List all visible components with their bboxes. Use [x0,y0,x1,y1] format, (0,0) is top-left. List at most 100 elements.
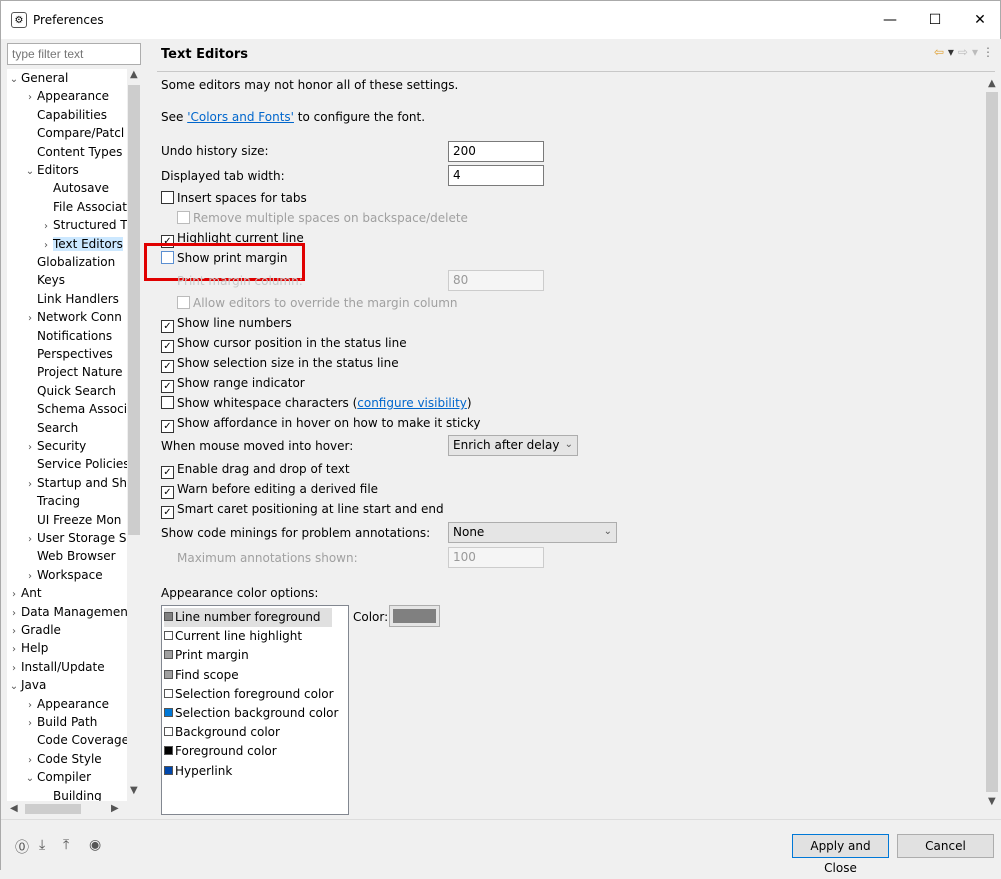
chevron-right-icon[interactable]: › [7,623,21,641]
tree-item[interactable]: Perspectives [23,345,113,363]
scroll-right-icon[interactable]: ▶ [111,803,119,814]
tree-item[interactable]: › Startup and Sh [23,474,127,492]
tree-item[interactable]: ⌄ Java [7,676,47,696]
tree-item[interactable]: › Network Conn [23,308,122,326]
configure-visibility-link[interactable]: configure visibility [357,396,467,410]
tree-item[interactable]: ⌄ Compiler [23,768,91,786]
check-icon[interactable]: ✓ [161,466,174,479]
tree-item[interactable]: Search [23,419,78,437]
tree-item[interactable]: Building [39,787,102,801]
forward-icon[interactable]: ⇨ [958,45,968,59]
tree-item[interactable]: Keys [23,271,65,289]
chevron-right-icon[interactable]: › [39,237,53,255]
chevron-right-icon[interactable]: › [23,476,37,494]
tree-item[interactable]: › Ant [7,584,42,602]
scroll-down-icon[interactable]: ▼ [988,796,996,807]
checkbox-box[interactable] [161,396,174,409]
tree-horizontal-scrollbar[interactable]: ◀ ▶ [7,801,127,817]
hscroll-thumb[interactable] [25,804,81,814]
cursor-position-checkbox[interactable]: ✓ Show cursor position in the status line [161,336,407,353]
chevron-right-icon[interactable]: › [7,586,21,604]
check-icon[interactable]: ✓ [161,340,174,353]
tree-item[interactable]: › User Storage S [23,529,127,547]
import-icon[interactable]: ⤓ [39,837,45,853]
line-numbers-checkbox[interactable]: ✓ Show line numbers [161,316,292,333]
chevron-right-icon[interactable]: › [23,531,37,549]
record-icon[interactable]: ◉ [89,837,101,853]
cancel-button[interactable]: Cancel [897,834,994,858]
chevron-right-icon[interactable]: › [39,218,53,236]
color-option-item[interactable]: Selection background color [164,704,338,723]
color-options-list[interactable]: Line number foreground Current line highl… [161,605,349,815]
hover-select[interactable]: Enrich after delay ⌄ [448,435,578,456]
insert-spaces-checkbox[interactable]: Insert spaces for tabs [161,191,307,205]
close-button[interactable]: ✕ [957,1,1001,39]
checkbox-box[interactable] [177,211,190,224]
color-option-item[interactable]: Current line highlight [164,627,302,646]
chevron-right-icon[interactable]: › [7,605,21,623]
chevron-down-icon[interactable]: ⌄ [7,71,21,89]
tree-item[interactable]: Code Coverage [23,731,127,749]
chevron-right-icon[interactable]: › [23,697,37,715]
export-icon[interactable]: ⤒ [63,837,69,853]
tree-item[interactable]: Content Types [23,143,122,161]
chevron-down-icon[interactable]: ⌄ [23,163,37,181]
smart-caret-checkbox[interactable]: ✓ Smart caret positioning at line start a… [161,502,444,519]
tree-item[interactable]: › Appearance [23,695,109,713]
view-menu-icon[interactable]: ⋮ [982,45,994,59]
remove-spaces-checkbox[interactable]: Remove multiple spaces on backspace/dele… [177,211,468,225]
selection-size-checkbox[interactable]: ✓ Show selection size in the status line [161,356,399,373]
check-icon[interactable]: ✓ [161,506,174,519]
maximize-button[interactable]: ☐ [912,1,958,39]
page-vertical-scrollbar[interactable]: ▲ ▼ [985,76,999,811]
minimize-button[interactable]: — [867,1,913,39]
minings-select[interactable]: None ⌄ [448,522,617,543]
chevron-right-icon[interactable]: › [23,715,37,733]
chevron-down-icon[interactable]: ⌄ [23,770,37,788]
tree-item[interactable]: File Associat [39,198,127,216]
tree-item[interactable]: Autosave [39,179,109,197]
check-icon[interactable]: ✓ [161,486,174,499]
warn-derived-checkbox[interactable]: ✓ Warn before editing a derived file [161,482,378,499]
tree-item[interactable]: Capabilities [23,106,107,124]
tree-item[interactable]: Web Browser [23,547,116,565]
tree-item[interactable]: Schema Associ [23,400,127,418]
tree-item[interactable]: › Install/Update [7,658,105,676]
tree-item[interactable]: Notifications [23,327,112,345]
tree-item[interactable]: › Workspace [23,566,103,584]
affordance-checkbox[interactable]: ✓ Show affordance in hover on how to make… [161,416,481,433]
tree-item[interactable]: Service Policies [23,455,127,473]
tree-item[interactable]: › Security [23,437,86,455]
chevron-down-icon[interactable]: ⌄ [7,678,21,696]
tree-vertical-scrollbar[interactable]: ▲ ▼ [127,69,141,801]
color-option-item[interactable]: Print margin [164,646,249,665]
scroll-down-icon[interactable]: ▼ [130,785,138,796]
check-icon[interactable]: ✓ [161,420,174,433]
scroll-up-icon[interactable]: ▲ [130,69,138,80]
color-option-item[interactable]: Selection foreground color [164,685,334,704]
chevron-right-icon[interactable]: › [7,641,21,659]
colors-and-fonts-link[interactable]: 'Colors and Fonts' [187,110,294,124]
check-icon[interactable]: ✓ [161,360,174,373]
chevron-right-icon[interactable]: › [23,89,37,107]
color-option-item[interactable]: Hyperlink [164,762,232,781]
tree-item[interactable]: ⌄ General [7,69,69,89]
tree-item[interactable]: › Help [7,639,48,657]
color-option-item[interactable]: Foreground color [164,742,277,761]
tree-item[interactable]: Compare/Patcl [23,124,124,142]
forward-menu-icon[interactable]: ▾ [972,45,978,59]
tree-item[interactable]: ⌄ Editors [23,161,79,179]
back-icon[interactable]: ⇦ [934,45,944,59]
tree-item[interactable]: › Text Editors [39,235,123,253]
tree-item[interactable]: › Gradle [7,621,61,639]
undo-history-input[interactable]: 200 [448,141,544,162]
checkbox-box[interactable] [161,191,174,204]
scroll-thumb[interactable] [986,92,998,792]
allow-override-checkbox[interactable]: Allow editors to override the margin col… [177,296,458,310]
filter-input[interactable] [7,43,141,65]
tree-item[interactable]: › Appearance [23,87,109,105]
check-icon[interactable]: ✓ [161,320,174,333]
tree-item[interactable]: Link Handlers [23,290,119,308]
tree-item[interactable]: UI Freeze Mon [23,511,121,529]
tree-item[interactable]: › Data Managemen [7,603,127,621]
